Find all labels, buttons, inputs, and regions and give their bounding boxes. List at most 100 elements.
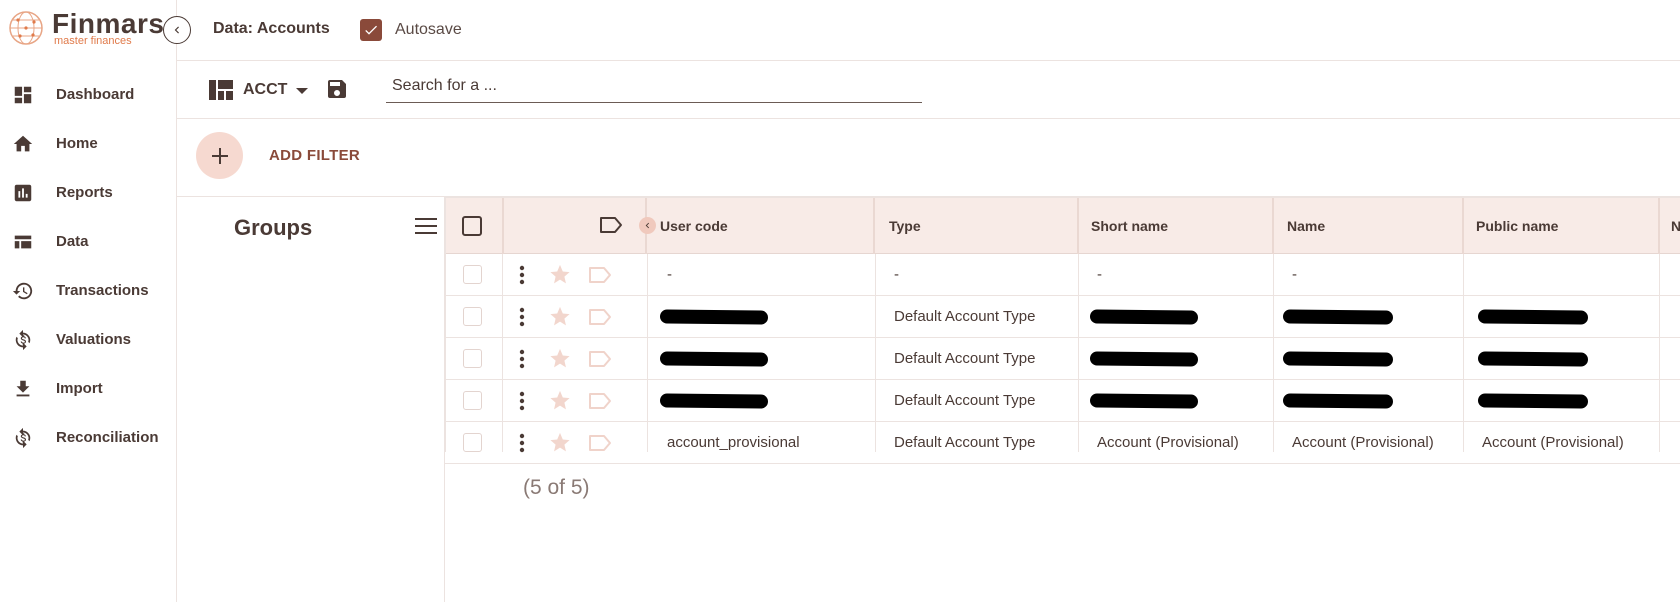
sidebar-item-transactions[interactable]: Transactions bbox=[0, 266, 176, 315]
more-vert-icon[interactable] bbox=[519, 349, 525, 369]
row-checkbox[interactable] bbox=[463, 349, 482, 368]
tag-icon[interactable] bbox=[588, 392, 612, 410]
cell-name: Account (Provisional) bbox=[1292, 434, 1434, 451]
row-checkbox[interactable] bbox=[463, 307, 482, 326]
row-actions bbox=[519, 296, 612, 337]
row-select-cell bbox=[463, 380, 482, 421]
collapse-columns-button[interactable] bbox=[639, 217, 656, 234]
tag-icon[interactable] bbox=[588, 308, 612, 326]
column-header-name[interactable]: Name bbox=[1287, 198, 1325, 254]
autosave-checkbox[interactable] bbox=[360, 19, 382, 41]
sidebar-item-label: Data bbox=[56, 233, 89, 250]
column-header-short-name[interactable]: Short name bbox=[1091, 198, 1168, 254]
home-icon bbox=[13, 135, 33, 151]
row-actions bbox=[519, 338, 612, 379]
save-icon[interactable] bbox=[325, 77, 349, 101]
row-checkbox[interactable] bbox=[463, 265, 482, 284]
row-select-cell bbox=[463, 296, 482, 337]
table-row[interactable]: Default Account Type bbox=[445, 338, 1680, 380]
table-row[interactable]: account_provisional Default Account Type A… bbox=[445, 422, 1680, 464]
sidebar-item-reports[interactable]: Reports bbox=[0, 168, 176, 217]
cell-name-redacted bbox=[1282, 296, 1394, 337]
cell-name-redacted bbox=[1282, 338, 1394, 379]
cell-user-code: account_provisional bbox=[667, 434, 800, 451]
table-row[interactable]: ---- bbox=[445, 254, 1680, 296]
select-all-cell bbox=[462, 198, 482, 254]
tag-icon[interactable] bbox=[588, 266, 612, 284]
cell-user-code-redacted bbox=[659, 338, 769, 379]
table-row[interactable]: Default Account Type bbox=[445, 380, 1680, 422]
chevron-left-icon bbox=[645, 222, 650, 229]
more-vert-icon[interactable] bbox=[519, 307, 525, 327]
star-icon[interactable] bbox=[548, 431, 572, 454]
cell-name-redacted bbox=[1282, 380, 1394, 421]
cell-public-name-redacted bbox=[1477, 338, 1589, 379]
row-count: (5 of 5) bbox=[523, 476, 590, 499]
history-icon bbox=[12, 282, 33, 299]
table-body: - - - - Default Account Type Default Account … bbox=[445, 254, 1680, 464]
sidebar-item-import[interactable]: Import bbox=[0, 364, 176, 413]
row-select-cell bbox=[463, 422, 482, 463]
cell-type: Default Account Type bbox=[894, 434, 1036, 451]
column-header-public-name[interactable]: Public name bbox=[1476, 198, 1558, 254]
column-header-type[interactable]: Type bbox=[889, 198, 921, 254]
download-icon bbox=[16, 380, 30, 396]
groups-panel: Groups bbox=[177, 197, 445, 602]
sidebar-item-home[interactable]: Home bbox=[0, 119, 176, 168]
globe-icon bbox=[9, 11, 43, 45]
groups-title: Groups bbox=[234, 215, 313, 240]
cell-short-name: - bbox=[1097, 266, 1102, 283]
collapse-sidebar-button[interactable] bbox=[163, 16, 191, 44]
dashboard-icon bbox=[14, 86, 32, 103]
star-icon[interactable] bbox=[548, 305, 572, 328]
caret-down-icon[interactable] bbox=[296, 88, 308, 94]
sidebar-item-label: Home bbox=[56, 135, 98, 152]
layout-icon[interactable] bbox=[209, 80, 233, 100]
sidebar-item-dashboard[interactable]: Dashboard bbox=[0, 70, 176, 119]
sidebar: Finmars master finances Dashboard Home R… bbox=[0, 0, 177, 602]
star-icon[interactable] bbox=[548, 263, 572, 286]
sidebar-item-valuations[interactable]: Valuations bbox=[0, 315, 176, 364]
tag-icon[interactable] bbox=[588, 350, 612, 368]
more-vert-icon[interactable] bbox=[519, 433, 525, 453]
logo[interactable]: Finmars master finances bbox=[8, 8, 164, 50]
plus-icon bbox=[211, 147, 228, 164]
logo-subtitle: master finances bbox=[54, 35, 132, 47]
layout-selector[interactable]: ACCT bbox=[243, 81, 287, 99]
column-header-user-code[interactable]: User code bbox=[660, 198, 728, 254]
cell-name: - bbox=[1292, 266, 1297, 283]
sidebar-item-reconciliation[interactable]: Reconciliation bbox=[0, 413, 176, 462]
more-vert-icon[interactable] bbox=[519, 391, 525, 411]
cell-user-code-redacted bbox=[659, 296, 769, 337]
sidebar-item-label: Dashboard bbox=[56, 86, 135, 103]
sidebar-item-label: Import bbox=[56, 380, 103, 397]
row-checkbox[interactable] bbox=[463, 391, 482, 410]
column-header-next[interactable]: N bbox=[1671, 198, 1680, 254]
tag-icon[interactable] bbox=[599, 216, 623, 234]
cell-short-name-redacted bbox=[1089, 338, 1199, 379]
add-filter-button[interactable] bbox=[196, 132, 243, 179]
select-all-checkbox[interactable] bbox=[462, 216, 482, 236]
row-actions bbox=[519, 380, 612, 421]
data-table: User code Type Short name Name Public na… bbox=[445, 197, 1680, 464]
sidebar-item-data[interactable]: Data bbox=[0, 217, 176, 266]
table-row[interactable]: Default Account Type bbox=[445, 296, 1680, 338]
cell-public-name: Account (Provisional) bbox=[1482, 434, 1624, 451]
add-filter-label[interactable]: ADD FILTER bbox=[269, 147, 360, 164]
row-checkbox[interactable] bbox=[463, 433, 482, 452]
tag-icon[interactable] bbox=[588, 434, 612, 452]
more-vert-icon[interactable] bbox=[519, 265, 525, 285]
star-icon[interactable] bbox=[548, 389, 572, 412]
star-icon[interactable] bbox=[548, 347, 572, 370]
cell-type: Default Account Type bbox=[894, 308, 1036, 325]
search-input[interactable] bbox=[386, 70, 922, 103]
cell-type: Default Account Type bbox=[894, 392, 1036, 409]
sidebar-item-label: Reports bbox=[56, 184, 113, 201]
row-select-cell bbox=[463, 338, 482, 379]
data-icon bbox=[14, 235, 32, 248]
cell-short-name-redacted bbox=[1089, 296, 1199, 337]
cell-type: Default Account Type bbox=[894, 350, 1036, 367]
menu-icon[interactable] bbox=[415, 217, 437, 235]
cell-public-name-redacted bbox=[1477, 296, 1589, 337]
cell-user-code-redacted bbox=[659, 380, 769, 421]
